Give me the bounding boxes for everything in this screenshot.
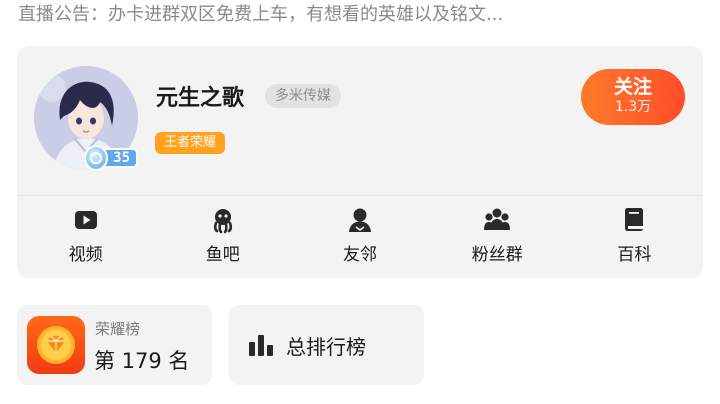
organization-tag: 多米传媒 — [265, 84, 341, 108]
announcement-text: 直播公告：办卡进群双区免费上车，有想看的英雄以及铭文... — [18, 4, 504, 25]
game-category-tag[interactable]: 王者荣耀 — [155, 132, 226, 154]
ranking-position: 第 179 名 — [94, 349, 190, 373]
ranking-title: 荣耀榜 — [95, 320, 141, 338]
glory-ranking-card[interactable]: 荣耀榜 第 179 名 — [17, 305, 212, 385]
tab-video[interactable]: 视频 — [17, 206, 154, 270]
tab-label: 百科 — [617, 245, 652, 265]
tab-label: 鱼吧 — [205, 245, 240, 265]
tab-label: 友邻 — [343, 245, 377, 265]
profile-tabs: 视频 鱼吧 友邻 粉丝群 百科 — [17, 206, 703, 270]
divider — [17, 195, 703, 196]
streamer-profile-card: 35 元生之歌 多米传媒 王者荣耀 关注 1.3万 视频 鱼吧 友邻 粉丝群 百… — [17, 46, 703, 278]
streamer-name: 元生之歌 — [156, 86, 245, 111]
level-badge: 35 — [84, 144, 138, 172]
group-icon — [484, 208, 511, 230]
follow-label: 关注 — [613, 76, 652, 98]
tab-fishbar[interactable]: 鱼吧 — [154, 206, 291, 270]
diamond-trophy-icon — [27, 316, 85, 374]
overall-leaderboard-button[interactable]: 总排行榜 — [229, 305, 424, 385]
bar-chart-icon — [249, 335, 273, 356]
leaderboard-label: 总排行榜 — [286, 334, 366, 359]
tab-label: 粉丝群 — [471, 245, 523, 265]
video-play-icon — [74, 211, 97, 229]
tab-label: 视频 — [68, 245, 103, 265]
person-icon — [349, 208, 371, 232]
tab-wiki[interactable]: 百科 — [566, 206, 703, 270]
book-icon — [625, 208, 644, 231]
level-crystal-icon — [84, 145, 109, 171]
tab-fan-group[interactable]: 粉丝群 — [429, 206, 566, 270]
octopus-icon — [213, 209, 232, 234]
follower-count: 1.3万 — [614, 99, 652, 115]
follow-button[interactable]: 关注 1.3万 — [581, 69, 685, 125]
tab-neighbors[interactable]: 友邻 — [291, 206, 428, 270]
